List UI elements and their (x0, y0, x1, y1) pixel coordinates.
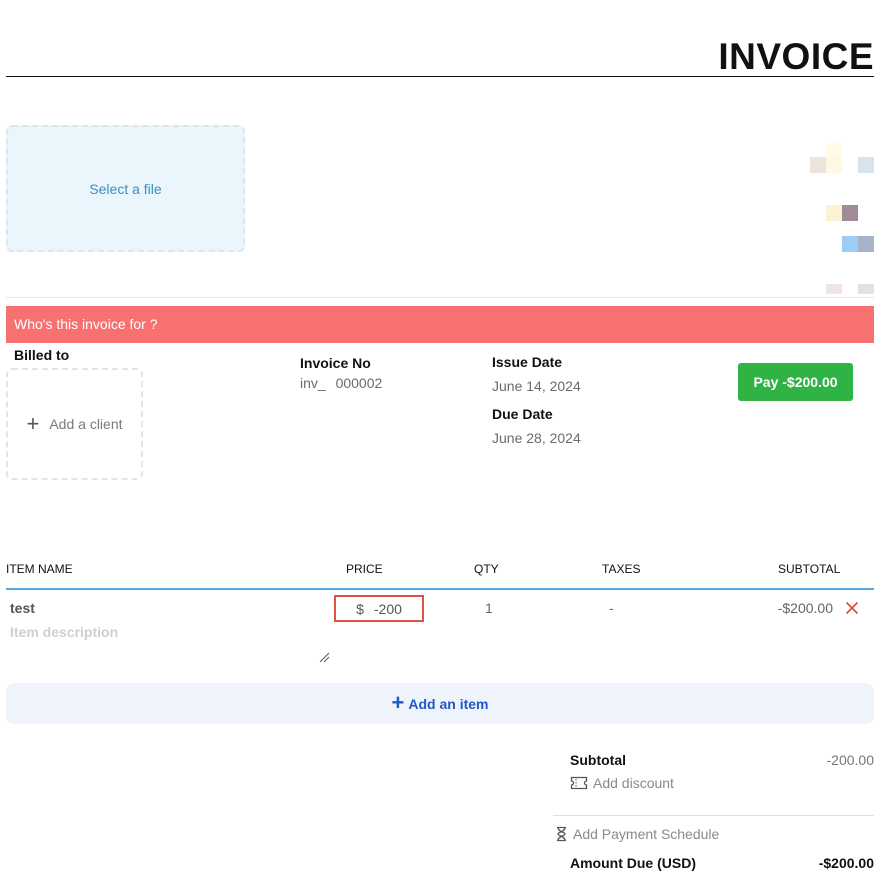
column-header-price: PRICE (346, 562, 383, 576)
plus-icon: + (26, 411, 40, 436)
hourglass-icon (557, 826, 566, 842)
ticket-icon (570, 776, 588, 790)
qty-input[interactable]: 1 (485, 600, 493, 616)
column-header-qty: QTY (474, 562, 499, 576)
price-input[interactable]: $ -200 (334, 595, 424, 622)
add-discount-label: Add discount (593, 775, 674, 791)
row-subtotal: -$200.00 (777, 600, 833, 616)
due-date-field[interactable]: June 28, 2024 (492, 430, 581, 446)
add-payment-schedule-label: Add Payment Schedule (573, 826, 720, 842)
upload-label: Select a file (89, 180, 162, 197)
table-header-divider (6, 588, 874, 590)
logo-upload-dropzone[interactable]: Select a file (6, 125, 245, 252)
invoice-number-field[interactable]: inv_ 000002 (300, 375, 382, 391)
plus-icon: + (391, 689, 405, 715)
subtotal-value: -200.00 (826, 752, 874, 768)
pay-button[interactable]: Pay -$200.00 (738, 363, 853, 401)
textarea-resize-handle-icon[interactable] (318, 651, 330, 663)
remove-item-close-icon[interactable] (845, 601, 859, 615)
section-divider (6, 297, 874, 298)
billed-to-label: Billed to (14, 347, 70, 363)
issue-date-field[interactable]: June 14, 2024 (492, 378, 581, 394)
column-header-subtotal: SUBTOTAL (778, 562, 841, 576)
invoice-title: INVOICE (718, 36, 874, 77)
add-payment-schedule-button[interactable]: Add Payment Schedule (555, 826, 719, 842)
subtotal-label: Subtotal (570, 752, 626, 768)
taxes-select[interactable]: - (609, 600, 614, 616)
add-client-button[interactable]: + Add a client (6, 368, 143, 480)
title-divider (6, 76, 874, 77)
company-logo-image (810, 143, 876, 295)
item-name-input[interactable]: test (10, 600, 35, 616)
add-item-label: Add an item (408, 695, 489, 712)
invoice-no-label: Invoice No (300, 355, 371, 371)
summary-divider (553, 815, 874, 816)
add-item-button[interactable]: + Add an item (6, 683, 874, 724)
amount-due-value: -$200.00 (818, 855, 874, 871)
invoice-number: 000002 (335, 375, 383, 391)
column-header-item-name: ITEM NAME (6, 562, 73, 576)
price-value: -200 (373, 600, 402, 617)
currency-symbol: $ (356, 600, 364, 617)
column-header-taxes: TAXES (602, 562, 641, 576)
invoice-prefix: inv_ (300, 375, 326, 391)
due-date-label: Due Date (492, 406, 553, 422)
add-client-label: Add a client (49, 416, 123, 432)
item-description-input[interactable]: Item description (10, 624, 118, 640)
client-section-banner: Who's this invoice for ? (6, 306, 874, 343)
add-discount-button[interactable]: Add discount (570, 775, 674, 791)
amount-due-label: Amount Due (USD) (570, 855, 696, 871)
issue-date-label: Issue Date (492, 354, 563, 370)
